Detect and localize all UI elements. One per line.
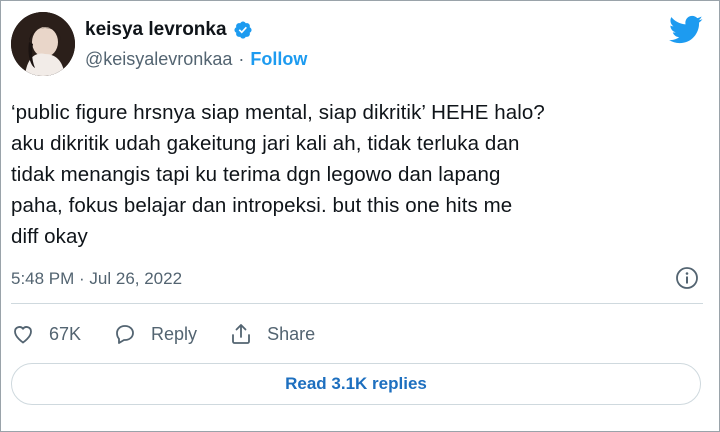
reply-label: Reply — [151, 323, 198, 344]
user-handle[interactable]: @keisyalevronkaa — [85, 49, 232, 70]
action-bar: 67K Reply Share — [11, 322, 347, 346]
like-button[interactable]: 67K — [11, 322, 81, 346]
display-name-row[interactable]: keisya levronka — [85, 19, 253, 41]
read-replies-label: Read 3.1K replies — [285, 374, 427, 393]
read-replies-button[interactable]: Read 3.1K replies — [11, 363, 701, 405]
reply-bubble-icon — [116, 325, 134, 344]
tweet-embed-card: keisya levronka @keisyalevronkaa · Follo… — [0, 0, 720, 432]
share-label: Share — [267, 323, 316, 344]
divider — [11, 303, 703, 304]
follow-button[interactable]: Follow — [250, 49, 307, 70]
display-name[interactable]: keisya levronka — [85, 19, 227, 41]
separator-dot: · — [238, 49, 245, 69]
heart-icon — [14, 326, 32, 344]
tweet-timestamp[interactable]: 5:48 PM · Jul 26, 2022 — [11, 269, 182, 289]
like-count: 67K — [49, 323, 82, 344]
handle-row: @keisyalevronkaa · Follow — [85, 49, 307, 70]
profile-photo — [11, 12, 75, 76]
verified-badge-icon — [234, 21, 252, 39]
share-icon — [232, 324, 250, 344]
reply-button[interactable]: Reply — [113, 322, 197, 346]
twitter-bird-icon[interactable] — [669, 15, 703, 45]
info-icon[interactable] — [675, 266, 699, 290]
share-button[interactable]: Share — [229, 322, 315, 346]
avatar[interactable] — [11, 12, 75, 76]
tweet-text: ‘public figure hrsnya siap mental, siap … — [11, 101, 545, 248]
